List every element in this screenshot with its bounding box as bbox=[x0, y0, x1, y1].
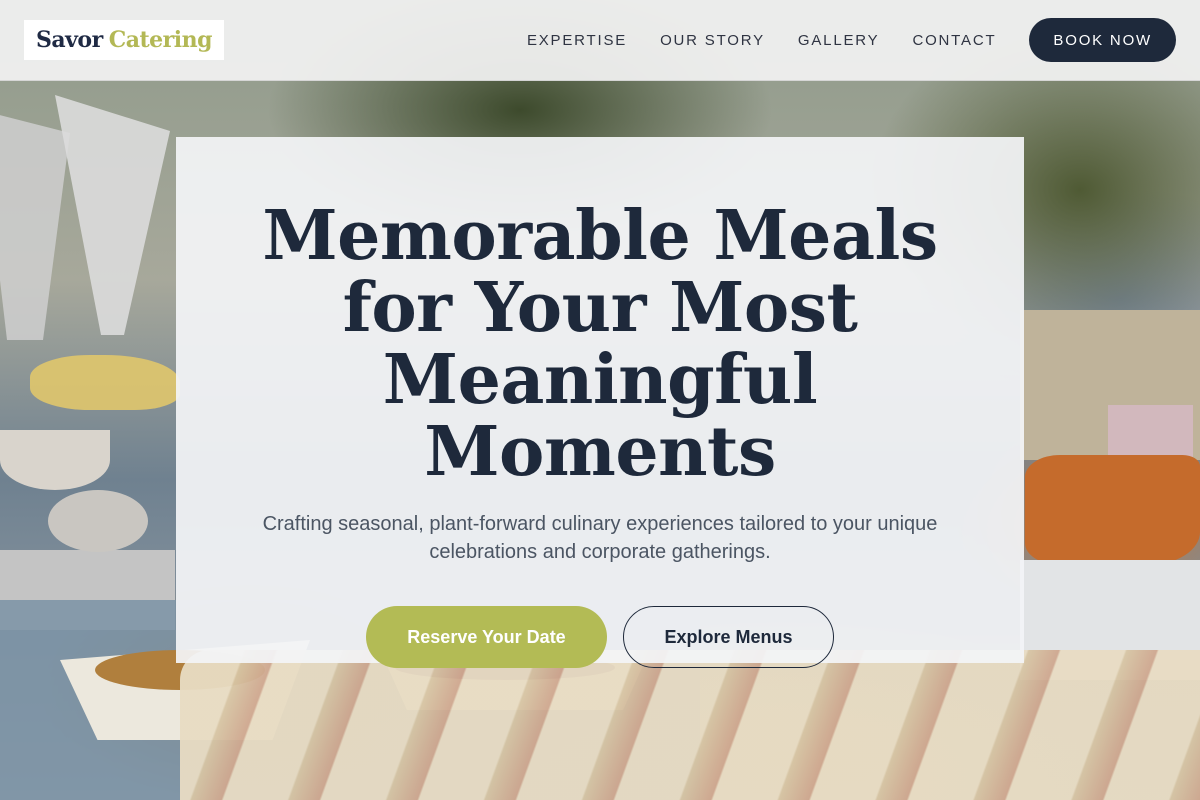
explore-menus-button[interactable]: Explore Menus bbox=[623, 606, 834, 668]
sandwich-platter bbox=[180, 650, 1200, 800]
paper-cone bbox=[55, 95, 170, 335]
site-header: Savor Catering EXPERTISE OUR STORY GALLE… bbox=[0, 0, 1200, 81]
book-now-button[interactable]: BOOK NOW bbox=[1029, 18, 1176, 62]
logo-word-catering: Catering bbox=[108, 27, 213, 53]
brand-logo[interactable]: Savor Catering bbox=[24, 20, 224, 60]
nav-link-expertise[interactable]: EXPERTISE bbox=[527, 32, 627, 49]
logo-word-savor: Savor bbox=[36, 27, 103, 53]
nav-link-our-story[interactable]: OUR STORY bbox=[660, 32, 765, 49]
reserve-date-button[interactable]: Reserve Your Date bbox=[366, 606, 607, 668]
main-nav: EXPERTISE OUR STORY GALLERY CONTACT BOOK… bbox=[527, 18, 1176, 62]
hero-actions: Reserve Your Date Explore Menus bbox=[366, 606, 834, 668]
hero-title: Memorable Meals for Your Most Meaningful… bbox=[262, 196, 938, 492]
hero-card: Memorable Meals for Your Most Meaningful… bbox=[176, 137, 1024, 668]
nav-link-contact[interactable]: CONTACT bbox=[912, 32, 996, 49]
nav-link-gallery[interactable]: GALLERY bbox=[798, 32, 880, 49]
hero-subtitle: Crafting seasonal, plant-forward culinar… bbox=[262, 513, 938, 563]
tortilla-chips bbox=[1025, 455, 1200, 565]
decorative-stone bbox=[48, 490, 148, 552]
paper-cone bbox=[0, 110, 70, 340]
chips-bowl bbox=[30, 355, 180, 410]
dip-bowl bbox=[0, 430, 110, 490]
